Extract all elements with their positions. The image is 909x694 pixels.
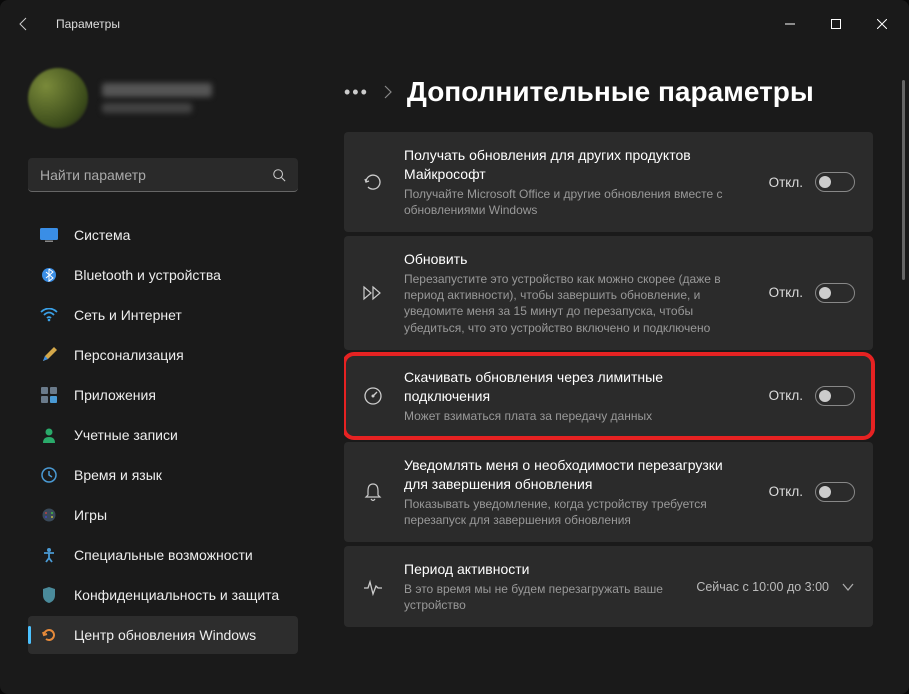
sidebar-item-privacy[interactable]: Конфиденциальность и защита [28, 576, 298, 614]
sidebar-item-label: Специальные возможности [74, 547, 253, 563]
setting-other-products[interactable]: Получать обновления для других продуктов… [344, 132, 873, 232]
sidebar: Система Bluetooth и устройства Сеть и Ин… [0, 48, 310, 694]
close-button[interactable] [859, 8, 905, 40]
setting-metered[interactable]: Скачивать обновления через лимитные подк… [344, 354, 873, 438]
minimize-button[interactable] [767, 8, 813, 40]
update-icon [40, 626, 58, 644]
fast-forward-icon [362, 285, 384, 301]
clock-icon [40, 466, 58, 484]
apps-icon [40, 386, 58, 404]
sidebar-item-personalize[interactable]: Персонализация [28, 336, 298, 374]
chevron-down-icon [841, 582, 855, 592]
titlebar: Параметры [0, 0, 909, 48]
sidebar-item-label: Время и язык [74, 467, 162, 483]
setting-title: Период активности [404, 560, 676, 579]
setting-desc: В это время мы не будем перезагружать ва… [404, 581, 676, 613]
maximize-button[interactable] [813, 8, 859, 40]
toggle-switch[interactable] [815, 172, 855, 192]
gamepad-icon [40, 506, 58, 524]
sidebar-item-label: Игры [74, 507, 107, 523]
nav: Система Bluetooth и устройства Сеть и Ин… [28, 216, 298, 654]
scrollbar[interactable] [901, 80, 905, 682]
system-icon [40, 226, 58, 244]
sidebar-item-label: Центр обновления Windows [74, 627, 256, 643]
toggle-switch[interactable] [815, 283, 855, 303]
page-title: Дополнительные параметры [407, 76, 814, 108]
setting-restart-asap[interactable]: Обновить Перезапустите это устройство ка… [344, 236, 873, 350]
search-box[interactable] [28, 158, 298, 192]
back-button[interactable] [4, 4, 44, 44]
bluetooth-icon [40, 266, 58, 284]
history-icon [362, 172, 384, 192]
setting-notify-restart[interactable]: Уведомлять меня о необходимости перезагр… [344, 442, 873, 542]
breadcrumb: ••• Дополнительные параметры [344, 76, 897, 108]
sidebar-item-label: Персонализация [74, 347, 184, 363]
main-content: ••• Дополнительные параметры Получать об… [310, 48, 909, 694]
toggle-switch[interactable] [815, 482, 855, 502]
settings-list: Получать обновления для других продуктов… [344, 132, 897, 627]
setting-title: Обновить [404, 250, 749, 269]
toggle-state: Откл. [769, 175, 803, 190]
scrollbar-thumb[interactable] [902, 80, 905, 280]
sidebar-item-gaming[interactable]: Игры [28, 496, 298, 534]
window-title: Параметры [56, 17, 120, 31]
user-block[interactable] [28, 48, 298, 140]
setting-desc: Показывать уведомление, когда устройству… [404, 496, 749, 528]
toggle-state: Откл. [769, 285, 803, 300]
chevron-right-icon [383, 85, 393, 99]
sidebar-item-apps[interactable]: Приложения [28, 376, 298, 414]
toggle-state: Откл. [769, 484, 803, 499]
search-input[interactable] [40, 167, 272, 183]
breadcrumb-more-icon[interactable]: ••• [344, 82, 369, 103]
sidebar-item-label: Система [74, 227, 130, 243]
sidebar-item-label: Учетные записи [74, 427, 178, 443]
activity-icon [362, 578, 384, 596]
sidebar-item-update[interactable]: Центр обновления Windows [28, 616, 298, 654]
shield-icon [40, 586, 58, 604]
setting-value: Сейчас с 10:00 до 3:00 [696, 580, 829, 594]
user-name [102, 83, 212, 97]
brush-icon [40, 346, 58, 364]
sidebar-item-network[interactable]: Сеть и Интернет [28, 296, 298, 334]
sidebar-item-time[interactable]: Время и язык [28, 456, 298, 494]
person-icon [40, 426, 58, 444]
sidebar-item-label: Сеть и Интернет [74, 307, 182, 323]
gauge-icon [362, 386, 384, 406]
wifi-icon [40, 306, 58, 324]
avatar [28, 68, 88, 128]
setting-active-hours[interactable]: Период активности В это время мы не буде… [344, 546, 873, 627]
setting-title: Получать обновления для других продуктов… [404, 146, 749, 184]
accessibility-icon [40, 546, 58, 564]
sidebar-item-system[interactable]: Система [28, 216, 298, 254]
toggle-state: Откл. [769, 388, 803, 403]
toggle-switch[interactable] [815, 386, 855, 406]
sidebar-item-bluetooth[interactable]: Bluetooth и устройства [28, 256, 298, 294]
sidebar-item-label: Bluetooth и устройства [74, 267, 221, 283]
search-icon [272, 168, 286, 182]
sidebar-item-label: Приложения [74, 387, 156, 403]
setting-title: Скачивать обновления через лимитные подк… [404, 368, 749, 406]
sidebar-item-label: Конфиденциальность и защита [74, 587, 279, 603]
user-email [102, 103, 192, 113]
setting-title: Уведомлять меня о необходимости перезагр… [404, 456, 749, 494]
setting-desc: Может взиматься плата за передачу данных [404, 408, 749, 424]
sidebar-item-accounts[interactable]: Учетные записи [28, 416, 298, 454]
setting-desc: Получайте Microsoft Office и другие обно… [404, 186, 749, 218]
sidebar-item-accessibility[interactable]: Специальные возможности [28, 536, 298, 574]
setting-desc: Перезапустите это устройство как можно с… [404, 271, 749, 336]
bell-icon [362, 482, 384, 502]
